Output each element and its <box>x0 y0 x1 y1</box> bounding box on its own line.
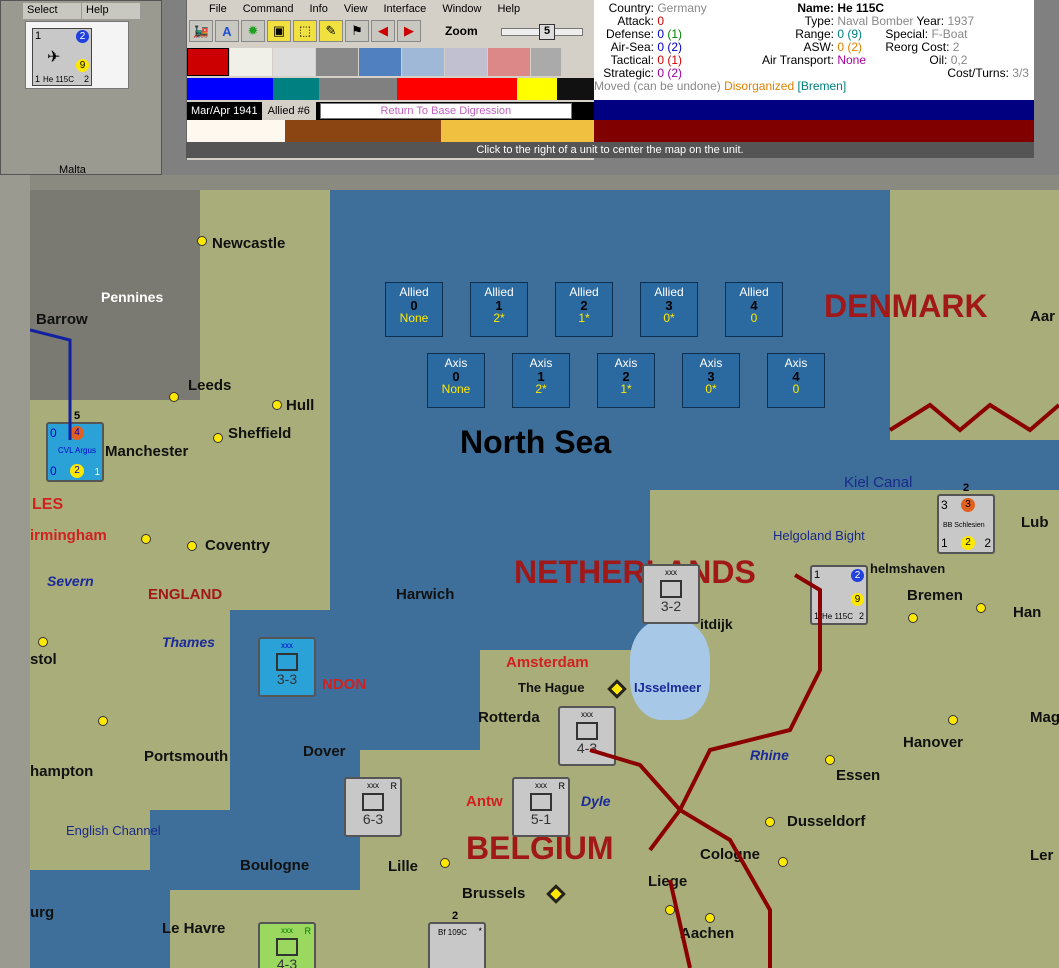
asw-value: 0 <box>837 40 845 54</box>
window-divider <box>0 175 1059 190</box>
arrow-right-icon[interactable]: ▶ <box>397 20 421 42</box>
gear-icon[interactable]: ✹ <box>241 20 265 42</box>
flag-icon[interactable]: ⚑ <box>345 20 369 42</box>
menu-view[interactable]: View <box>344 3 368 15</box>
range-max: (9) <box>847 27 863 41</box>
unit-bl: 1 <box>35 74 41 84</box>
type-value: Naval Bomber <box>837 14 914 28</box>
unit-tr: 2 <box>76 30 89 43</box>
china-flag-icon[interactable] <box>359 48 401 76</box>
germany-flag-icon[interactable] <box>187 48 229 76</box>
base-status: [Bremen] <box>797 79 847 93</box>
turn-label: Allied #6 <box>261 102 316 120</box>
border-lines <box>30 328 1059 968</box>
oil-label: Oil: <box>929 53 948 67</box>
pencil-icon[interactable]: ✎ <box>319 20 343 42</box>
country-value: Germany <box>657 1 707 15</box>
window-frame <box>0 175 30 968</box>
unit-mr: 9 <box>76 59 89 72</box>
range-value: 0 <box>837 27 845 41</box>
strategic-value: 0 <box>657 66 665 80</box>
toolbar-panel: File Command Info View Interface Window … <box>186 0 595 160</box>
status-bar: Click to the right of a unit to center t… <box>186 142 1034 158</box>
menu-help[interactable]: Help <box>497 3 520 15</box>
year-label: Year: <box>916 14 945 28</box>
oil-value: 0,2 <box>950 53 968 67</box>
nation-color-row <box>187 78 595 100</box>
info-color-strip <box>594 100 1034 142</box>
zoom-label: Zoom <box>445 24 478 38</box>
unit-br: 2 <box>83 74 89 84</box>
save-icon[interactable]: ▣ <box>267 20 291 42</box>
name-value: He 115C <box>837 1 885 15</box>
menu-interface[interactable]: Interface <box>384 3 427 15</box>
blank-flag-icon[interactable] <box>230 48 272 76</box>
special-label: Special: <box>885 27 929 41</box>
asw-max: (2) <box>847 40 863 54</box>
airsea-value: 0 <box>657 40 665 54</box>
soviet-flag-icon[interactable] <box>531 48 561 76</box>
defense-max: (1) <box>667 27 683 41</box>
arrow-left-icon[interactable]: ◀ <box>371 20 395 42</box>
reorg-value: 2 <box>952 40 960 54</box>
menu-window[interactable]: Window <box>442 3 481 15</box>
tactical-value: 0 <box>657 53 665 67</box>
unit-info-panel: Country: Germany Attack: 0 Defense: 0 (1… <box>594 0 1034 100</box>
tactical-max: (1) <box>667 53 683 67</box>
tool-buttons: 🚂 A ✹ ▣ ⬚ ✎ ⚑ ◀ ▶ <box>187 20 421 46</box>
date-label: Mar/Apr 1941 <box>187 105 262 117</box>
cost-label: Cost/Turns: <box>947 66 1009 80</box>
nation-flags <box>187 48 561 76</box>
menu-file[interactable]: File <box>209 3 227 15</box>
grey-flag-icon[interactable] <box>316 48 358 76</box>
select-icon[interactable]: ⬚ <box>293 20 317 42</box>
left-menubar: Select Help <box>23 3 141 19</box>
return-to-base-field[interactable]: Return To Base Digression <box>319 103 572 119</box>
uk-flag-icon[interactable] <box>402 48 444 76</box>
menu-info[interactable]: Info <box>309 3 327 15</box>
zoom-value[interactable]: 5 <box>539 24 555 40</box>
train-icon[interactable]: 🚂 <box>189 20 213 42</box>
selected-unit-preview[interactable]: 1 2 9 ✈ 1 He 115C 2 <box>25 21 129 89</box>
cost-value: 3/3 <box>1012 66 1029 80</box>
japan-flag-icon[interactable] <box>273 48 315 76</box>
usa-flag-icon[interactable] <box>488 48 530 76</box>
france-flag-icon[interactable] <box>445 48 487 76</box>
font-icon[interactable]: A <box>215 20 239 42</box>
disorganized-status: Disorganized <box>724 79 795 93</box>
menu-command[interactable]: Command <box>243 3 294 15</box>
color-stripes <box>187 120 595 142</box>
year-value: 1937 <box>947 14 975 28</box>
reorg-label: Reorg Cost: <box>885 40 950 54</box>
plane-icon: ✈ <box>47 49 61 66</box>
unit-select-panel: Select Help 1 2 9 ✈ 1 He 115C 2 Malta <box>0 0 162 176</box>
unit-name: He 115C <box>43 75 74 84</box>
turn-row: Mar/Apr 1941 Allied #6 Return To Base Di… <box>187 102 595 120</box>
menubar: File Command Info View Interface Window … <box>187 0 594 18</box>
attack-value: 0 <box>657 14 665 28</box>
menu-help[interactable]: Help <box>82 3 141 19</box>
airtransport-label: Air Transport: <box>761 53 834 67</box>
strategic-max: (2) <box>667 66 683 80</box>
moved-status: Moved (can be undone) <box>594 79 721 93</box>
airsea-max: (2) <box>667 40 683 54</box>
defense-value: 0 <box>657 27 665 41</box>
unit-tl: 1 <box>35 30 42 42</box>
airtransport-value: None <box>837 53 867 67</box>
special-value: F-Boat <box>931 27 968 41</box>
unit-counter[interactable]: 1 2 9 ✈ 1 He 115C 2 <box>32 28 92 86</box>
game-map[interactable]: North Sea English Channel Helgoland Bigh… <box>30 190 1059 968</box>
menu-select[interactable]: Select <box>23 3 82 19</box>
